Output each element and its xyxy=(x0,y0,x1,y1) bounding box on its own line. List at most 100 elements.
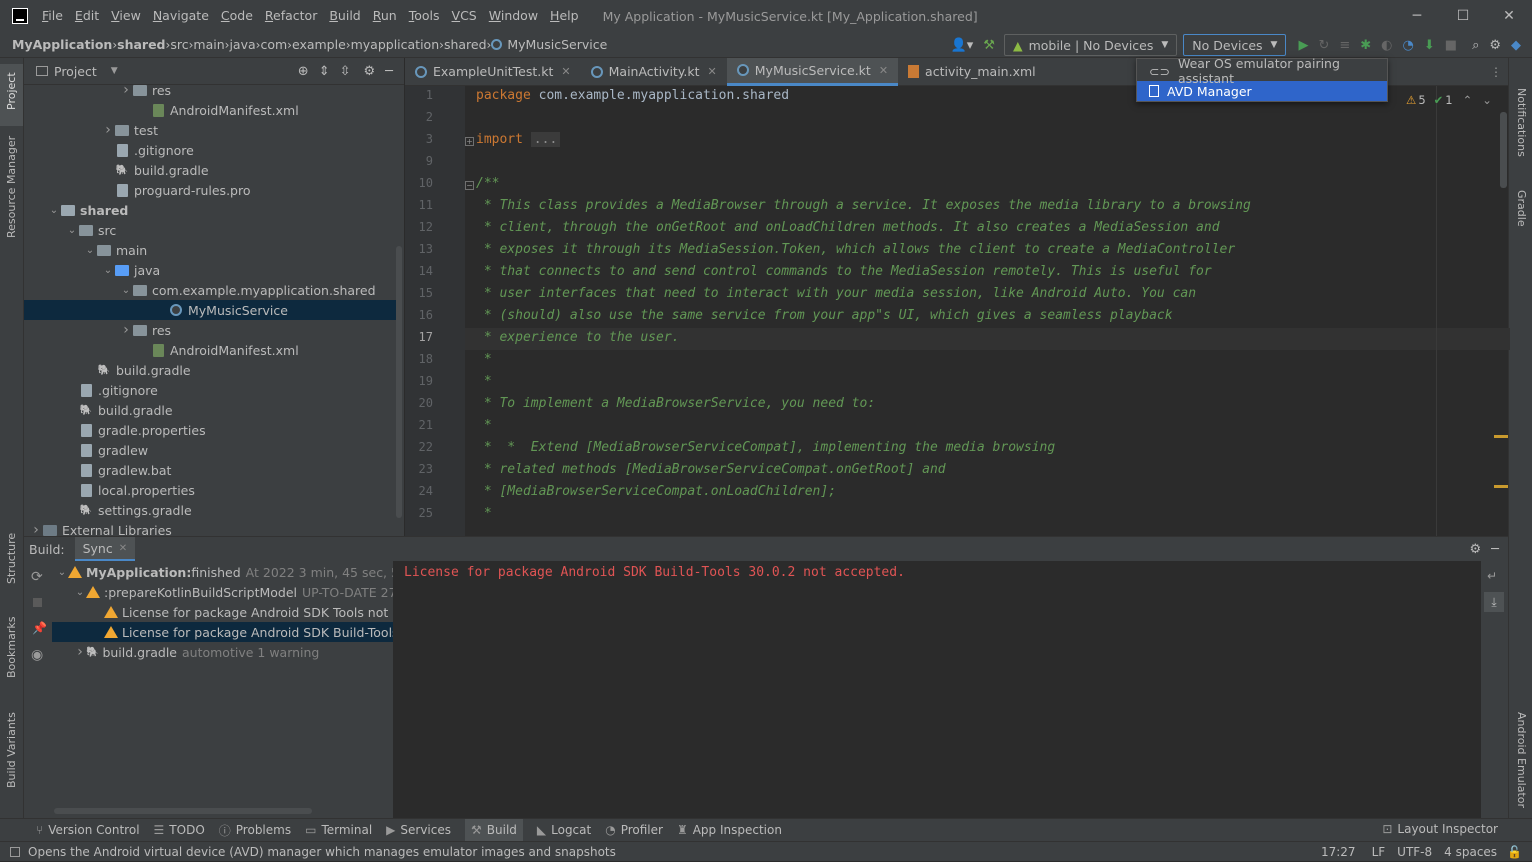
chevron-down-icon[interactable]: ⌄ xyxy=(84,245,96,256)
editor-scrollbar[interactable] xyxy=(1500,112,1507,188)
build-tree-hscrollbar[interactable] xyxy=(54,808,312,814)
build-variants-tool-label[interactable]: Build Variants xyxy=(5,712,18,788)
tree-item-java[interactable]: ⌄ java xyxy=(24,260,396,280)
more-tabs-icon[interactable]: ⋮ xyxy=(1490,65,1502,79)
tree-item-gradlew[interactable]: gradlew xyxy=(24,440,396,460)
tree-item-res[interactable]: › res xyxy=(24,320,396,340)
sync-icon[interactable]: ⟳ xyxy=(31,569,43,585)
tool-version-control[interactable]: ⑂ Version Control xyxy=(36,823,140,837)
tree-item-gitignore[interactable]: .gitignore xyxy=(24,380,396,400)
menu-navigate[interactable]: Navigate xyxy=(147,0,215,32)
minimize-button[interactable]: ─ xyxy=(1394,8,1440,24)
menu-vcs[interactable]: VCS xyxy=(446,0,483,32)
tool-problems[interactable]: ⓘ Problems xyxy=(219,822,291,839)
close-tab-icon[interactable]: ✕ xyxy=(708,65,717,78)
build-tree-item[interactable]: License for package Android SDK Tools no… xyxy=(52,602,393,622)
device-select[interactable]: No Devices ▼ xyxy=(1183,34,1287,56)
close-icon[interactable]: ✕ xyxy=(119,543,127,554)
search-icon[interactable]: ⌕ xyxy=(1472,38,1479,53)
run-config-select[interactable]: ▲ mobile | No Devices ▼ xyxy=(1003,34,1178,56)
fold-marker-icon[interactable]: − xyxy=(465,181,474,190)
tree-item-build-gradle[interactable]: 🐘 build.gradle xyxy=(24,400,396,420)
breadcrumb-item-mymusicservice[interactable]: MyMusicService xyxy=(491,37,607,52)
tree-item-build-gradle[interactable]: 🐘 build.gradle xyxy=(24,160,396,180)
build-tree-item[interactable]: ⌄ MyApplication: finished At 2022 3 min, 4… xyxy=(52,562,393,582)
hammer-icon[interactable]: ⚒ xyxy=(983,38,995,53)
update-icon[interactable]: ◆ xyxy=(1511,38,1521,53)
run-icon[interactable]: ▶ xyxy=(1298,38,1308,53)
file-encoding[interactable]: UTF-8 xyxy=(1397,845,1432,859)
tree-item-build-gradle[interactable]: 🐘 build.gradle xyxy=(24,360,396,380)
tab-mainactivity-kt[interactable]: MainActivity.kt ✕ xyxy=(581,58,727,86)
structure-tool-label[interactable]: Structure xyxy=(5,533,18,584)
lock-icon[interactable]: 🔓 xyxy=(1507,845,1522,859)
line-separator[interactable]: LF xyxy=(1372,845,1386,859)
build-tree-item[interactable]: › 🐘 build.gradle automotive 1 warning xyxy=(52,642,393,662)
menu-run[interactable]: Run xyxy=(367,0,403,32)
tree-item-gitignore[interactable]: .gitignore xyxy=(24,140,396,160)
layout-inspector-button[interactable]: ⊡ Layout Inspector xyxy=(1382,822,1498,836)
fold-marker-icon[interactable]: + xyxy=(465,137,474,146)
chevron-down-icon[interactable]: ⌄ xyxy=(74,587,86,598)
menu-file[interactable]: File xyxy=(36,0,69,32)
breadcrumb-item-shared[interactable]: shared xyxy=(117,37,165,52)
debug-icon[interactable]: ✱ xyxy=(1360,38,1371,53)
tree-item-proguard-rules-pro[interactable]: proguard-rules.pro xyxy=(24,180,396,200)
tool-app-inspection[interactable]: ♜ App Inspection xyxy=(677,823,782,837)
menu-build[interactable]: Build xyxy=(323,0,366,32)
breadcrumb-item-example[interactable]: example xyxy=(292,37,346,52)
chevron-down-icon[interactable]: ⌄ xyxy=(1482,93,1492,107)
bookmarks-tool-label[interactable]: Bookmarks xyxy=(5,617,18,678)
tool-terminal[interactable]: ▭ Terminal xyxy=(305,823,372,837)
tab-mymusicservice-kt[interactable]: MyMusicService.kt ✕ xyxy=(726,57,899,86)
inspection-widget[interactable]: ⚠ 5 ✔ 1 ⌃ ⌄ xyxy=(1406,92,1492,108)
close-tab-icon[interactable]: ✕ xyxy=(561,65,570,78)
menu-window[interactable]: Window xyxy=(483,0,544,32)
folded-imports[interactable]: ... xyxy=(530,132,561,147)
stop-icon[interactable]: ■ xyxy=(1445,38,1457,53)
tool-logcat[interactable]: ◣ Logcat xyxy=(537,823,591,837)
chevron-down-icon[interactable]: ⌄ xyxy=(120,285,132,296)
android-emulator-tool-label[interactable]: Android Emulator xyxy=(1515,712,1528,808)
project-scrollbar[interactable] xyxy=(396,246,402,518)
tree-item-androidmanifest-xml[interactable]: AndroidManifest.xml xyxy=(24,340,396,360)
chevron-right-icon[interactable]: › xyxy=(120,322,132,338)
sdk-manager-icon[interactable]: ⬇ xyxy=(1424,38,1435,53)
rerun-icon[interactable]: ↻ xyxy=(1318,38,1329,53)
tree-item-local-properties[interactable]: local.properties xyxy=(24,480,396,500)
tree-item-gradlew-bat[interactable]: gradlew.bat xyxy=(24,460,396,480)
tree-item-main[interactable]: ⌄ main xyxy=(24,240,396,260)
attach-debugger-icon[interactable]: ◐ xyxy=(1381,38,1392,53)
chevron-right-icon[interactable]: › xyxy=(102,122,114,138)
tool-services[interactable]: ▶ Services xyxy=(386,823,451,837)
breadcrumb-item-myapplication[interactable]: myapplication xyxy=(351,37,440,52)
gear-icon[interactable]: ⚙ xyxy=(1470,542,1482,557)
tool-profiler[interactable]: ◔ Profiler xyxy=(605,823,663,837)
profile-icon[interactable]: ◔ xyxy=(1403,38,1414,53)
status-panel-icon[interactable] xyxy=(10,846,20,857)
pin-icon[interactable]: 📌 xyxy=(32,621,47,635)
tree-item-settings-gradle[interactable]: 🐘 settings.gradle xyxy=(24,500,396,520)
indent-setting[interactable]: 4 spaces xyxy=(1444,845,1497,859)
menu-tools[interactable]: Tools xyxy=(403,0,446,32)
tree-item-mymusicservice[interactable]: MyMusicService xyxy=(24,300,396,320)
scroll-to-end-icon[interactable]: ⤓ xyxy=(1484,592,1504,612)
breadcrumb-item-src[interactable]: src xyxy=(170,37,188,52)
tree-item-test[interactable]: › test xyxy=(24,120,396,140)
chevron-down-icon[interactable]: ▼ xyxy=(111,66,118,76)
project-tool-label[interactable]: Project xyxy=(5,72,18,110)
build-tree-item[interactable]: License for package Android SDK Build-To… xyxy=(52,622,393,642)
tree-item-androidmanifest-xml[interactable]: AndroidManifest.xml xyxy=(24,100,396,120)
chevron-up-icon[interactable]: ⌃ xyxy=(1463,93,1473,107)
menu-refactor[interactable]: Refactor xyxy=(259,0,323,32)
collapse-all-icon[interactable]: ⇳ xyxy=(340,64,351,79)
tree-item-src[interactable]: ⌄ src xyxy=(24,220,396,240)
project-view-select[interactable]: Project xyxy=(54,64,97,79)
resource-manager-tool-label[interactable]: Resource Manager xyxy=(5,136,18,238)
apply-changes-icon[interactable]: ≡ xyxy=(1339,38,1350,53)
gradle-tool-label[interactable]: Gradle xyxy=(1515,190,1528,227)
menu-view[interactable]: View xyxy=(105,0,147,32)
chevron-down-icon[interactable]: ⌄ xyxy=(102,265,114,276)
tree-item-gradle-properties[interactable]: gradle.properties xyxy=(24,420,396,440)
breadcrumb-item-java[interactable]: java xyxy=(229,37,255,52)
